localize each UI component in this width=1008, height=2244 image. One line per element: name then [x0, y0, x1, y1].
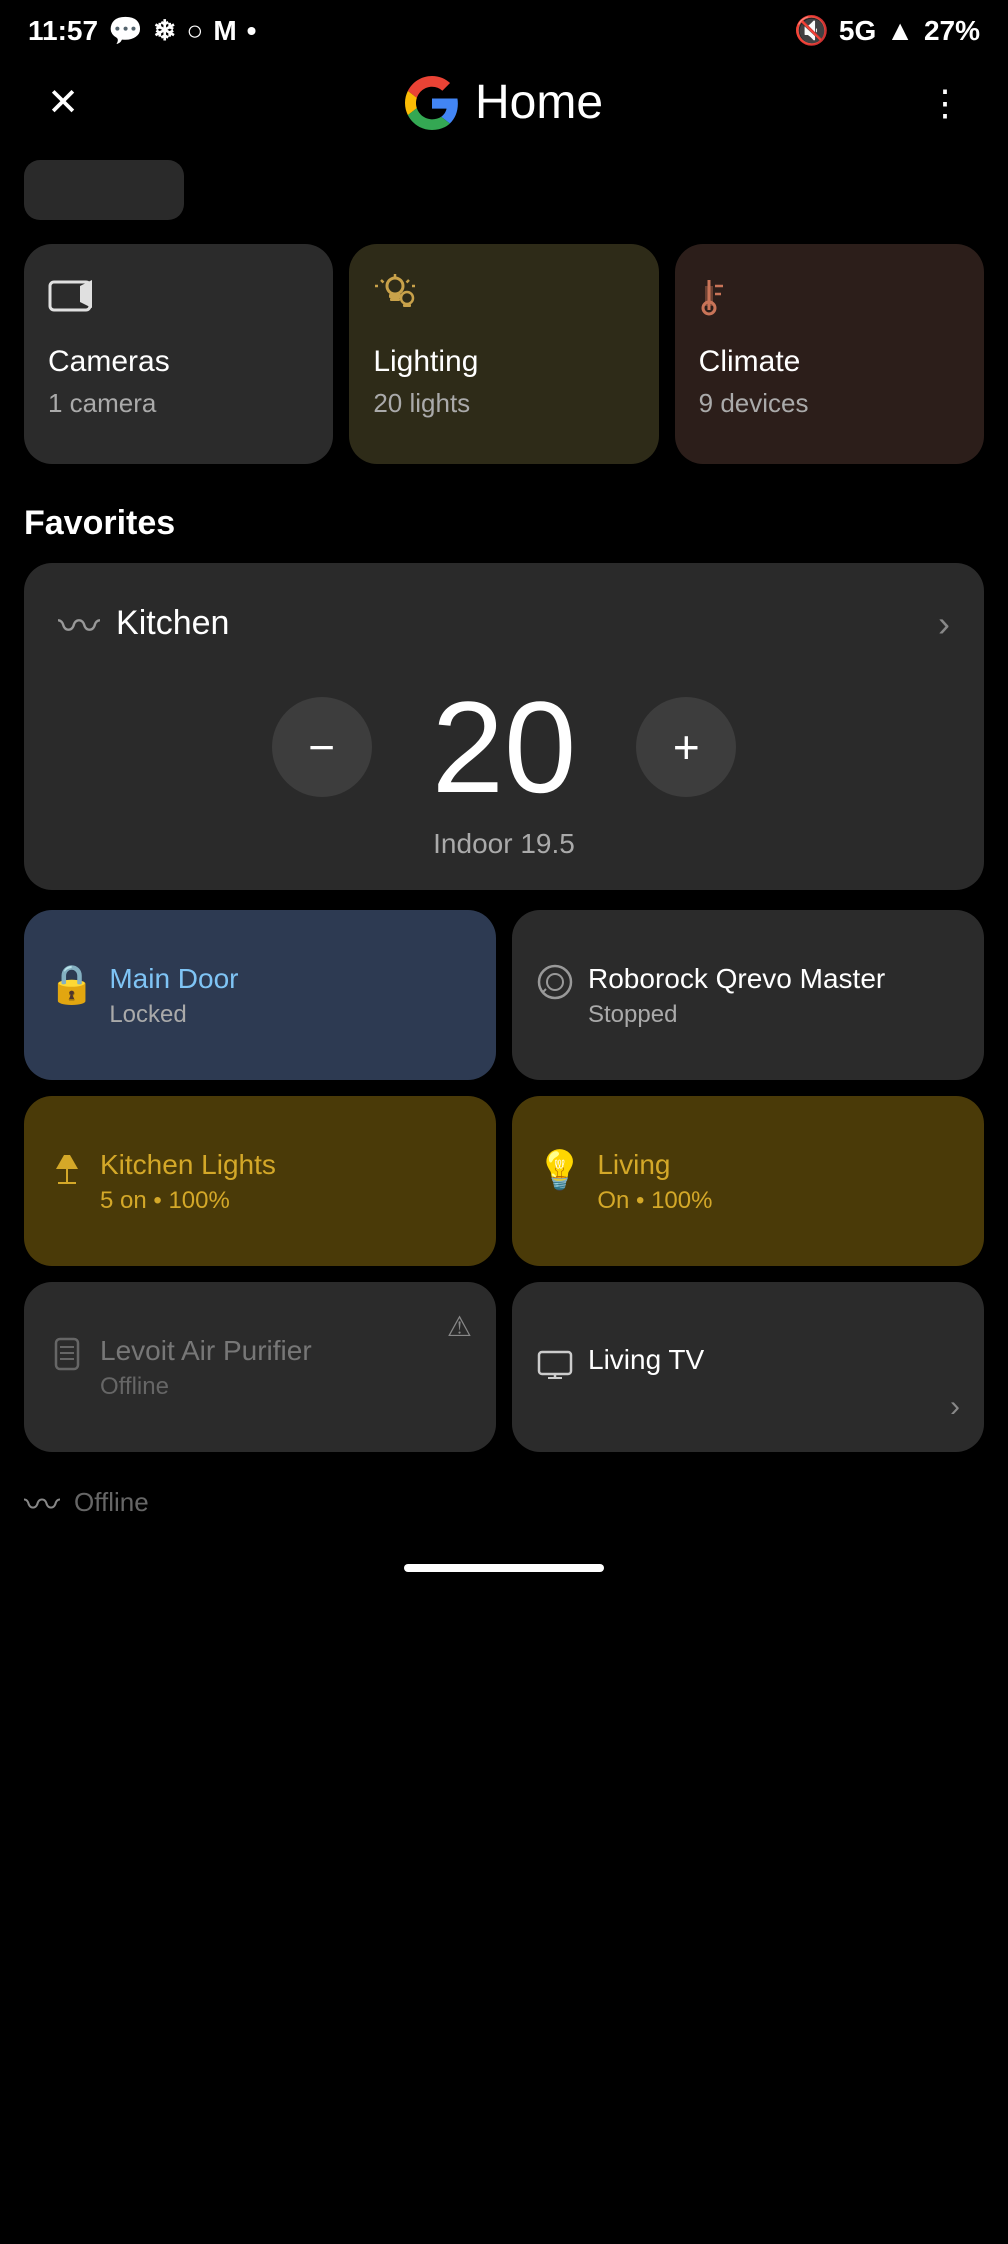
roborock-row: Roborock Qrevo Master Stopped: [536, 961, 960, 1029]
minus-icon: −: [308, 720, 335, 774]
roborock-name: Roborock Qrevo Master: [588, 961, 960, 997]
kitchen-lights-name: Kitchen Lights: [100, 1147, 472, 1183]
lighting-name: Lighting: [373, 344, 634, 380]
address-bar-placeholder: [24, 160, 184, 220]
thermostat-name: Kitchen: [116, 604, 229, 643]
fav-kitchen-lights[interactable]: Kitchen Lights 5 on • 100%: [24, 1096, 496, 1266]
status-left: 11:57 💬 ❄ ○ M •: [28, 14, 256, 47]
time: 11:57: [28, 15, 98, 47]
kitchen-lights-status: 5 on • 100%: [100, 1187, 472, 1215]
bottom-peek-text: Offline: [74, 1487, 149, 1518]
snowflake-icon: ❄: [153, 14, 176, 47]
living-tv-row: Living TV: [536, 1342, 960, 1392]
status-bar: 11:57 💬 ❄ ○ M • 🔇 5G ▲ 27%: [0, 0, 1008, 55]
plus-icon: +: [673, 720, 700, 774]
main-door-row: 🔒 Main Door Locked: [48, 961, 472, 1029]
app-header: ✕ Home ⋮: [0, 55, 1008, 160]
floor-lamp-icon: [48, 1149, 86, 1197]
whatsapp-icon: 💬: [108, 14, 143, 47]
status-right: 🔇 5G ▲ 27%: [794, 14, 980, 47]
roborock-status: Stopped: [588, 1001, 960, 1029]
more-icon: ⋮: [927, 82, 963, 124]
gmail-icon: M: [213, 15, 236, 47]
fav-main-door[interactable]: 🔒 Main Door Locked: [24, 910, 496, 1080]
tv-icon: [536, 1344, 574, 1392]
thermostat-name-row: 〰 Kitchen: [58, 593, 229, 654]
categories-grid: Cameras 1 camera Li: [24, 244, 984, 464]
climate-name: Climate: [699, 344, 960, 380]
google-logo-icon: [405, 76, 459, 130]
home-bar: [404, 1564, 604, 1572]
thermostat-controls: − 20 +: [58, 682, 950, 812]
living-status: On • 100%: [597, 1187, 960, 1215]
thermostat-steam-icon: 〰: [58, 593, 100, 654]
lighting-count: 20 lights: [373, 388, 634, 419]
temp-display: 20: [432, 682, 577, 812]
favorites-grid: 🔒 Main Door Locked Roborock Qrevo: [24, 910, 984, 1452]
category-lighting[interactable]: Lighting 20 lights: [349, 244, 658, 464]
fav-roborock[interactable]: Roborock Qrevo Master Stopped: [512, 910, 984, 1080]
network-label: 5G: [839, 15, 876, 47]
decrease-temp-button[interactable]: −: [272, 697, 372, 797]
fav-living[interactable]: 💡 Living On • 100%: [512, 1096, 984, 1266]
close-button[interactable]: ✕: [36, 76, 90, 130]
signal-icon: ▲: [886, 15, 914, 47]
increase-temp-button[interactable]: +: [636, 697, 736, 797]
lighting-icon: [373, 272, 634, 324]
fav-living-tv[interactable]: Living TV ›: [512, 1282, 984, 1452]
living-tv-name: Living TV: [588, 1342, 960, 1378]
more-options-button[interactable]: ⋮: [918, 76, 972, 130]
levoit-row: Levoit Air Purifier Offline: [48, 1333, 472, 1401]
cameras-name: Cameras: [48, 344, 309, 380]
climate-icon: [699, 272, 960, 324]
kitchen-lights-row: Kitchen Lights 5 on • 100%: [48, 1147, 472, 1215]
bulb-icon: 💡: [536, 1149, 583, 1193]
main-door-info: Main Door Locked: [109, 961, 472, 1029]
header-center: Home: [405, 75, 603, 130]
dot-icon: •: [247, 15, 257, 47]
indoor-temp: Indoor 19.5: [58, 828, 950, 860]
cameras-icon: [48, 272, 309, 324]
thermostat-chevron-icon: ›: [938, 603, 950, 645]
home-indicator: [0, 1548, 1008, 1582]
living-name: Living: [597, 1147, 960, 1183]
thermostat-header: 〰 Kitchen ›: [58, 593, 950, 654]
category-climate[interactable]: Climate 9 devices: [675, 244, 984, 464]
battery-label: 27%: [924, 15, 980, 47]
cameras-count: 1 camera: [48, 388, 309, 419]
circle-icon: ○: [186, 15, 203, 47]
page-title: Home: [475, 75, 603, 130]
main-door-status: Locked: [109, 1001, 472, 1029]
levoit-status: Offline: [100, 1373, 472, 1401]
mute-icon: 🔇: [794, 14, 829, 47]
warning-icon: ⚠: [447, 1310, 472, 1343]
living-info: Living On • 100%: [597, 1147, 960, 1215]
levoit-info: Levoit Air Purifier Offline: [100, 1333, 472, 1401]
living-tv-chevron-icon: ›: [950, 1390, 960, 1424]
kitchen-lights-info: Kitchen Lights 5 on • 100%: [100, 1147, 472, 1215]
kitchen-thermostat-card[interactable]: 〰 Kitchen › − 20 + Indoor 19.5: [24, 563, 984, 890]
living-tv-info: Living TV: [588, 1342, 960, 1378]
fav-levoit[interactable]: Levoit Air Purifier Offline ⚠: [24, 1282, 496, 1452]
climate-count: 9 devices: [699, 388, 960, 419]
roborock-info: Roborock Qrevo Master Stopped: [588, 961, 960, 1029]
close-icon: ✕: [47, 80, 79, 125]
robot-icon: [536, 963, 574, 1011]
lock-icon: 🔒: [48, 963, 95, 1007]
favorites-title: Favorites: [24, 504, 984, 543]
main-door-name: Main Door: [109, 961, 472, 997]
main-content: Cameras 1 camera Li: [0, 160, 1008, 1452]
living-row: 💡 Living On • 100%: [536, 1147, 960, 1215]
bottom-peek: 〰 Offline: [0, 1452, 1008, 1548]
bottom-peek-icon: 〰: [24, 1476, 60, 1528]
air-purifier-icon: [48, 1335, 86, 1383]
category-cameras[interactable]: Cameras 1 camera: [24, 244, 333, 464]
levoit-name: Levoit Air Purifier: [100, 1333, 472, 1369]
